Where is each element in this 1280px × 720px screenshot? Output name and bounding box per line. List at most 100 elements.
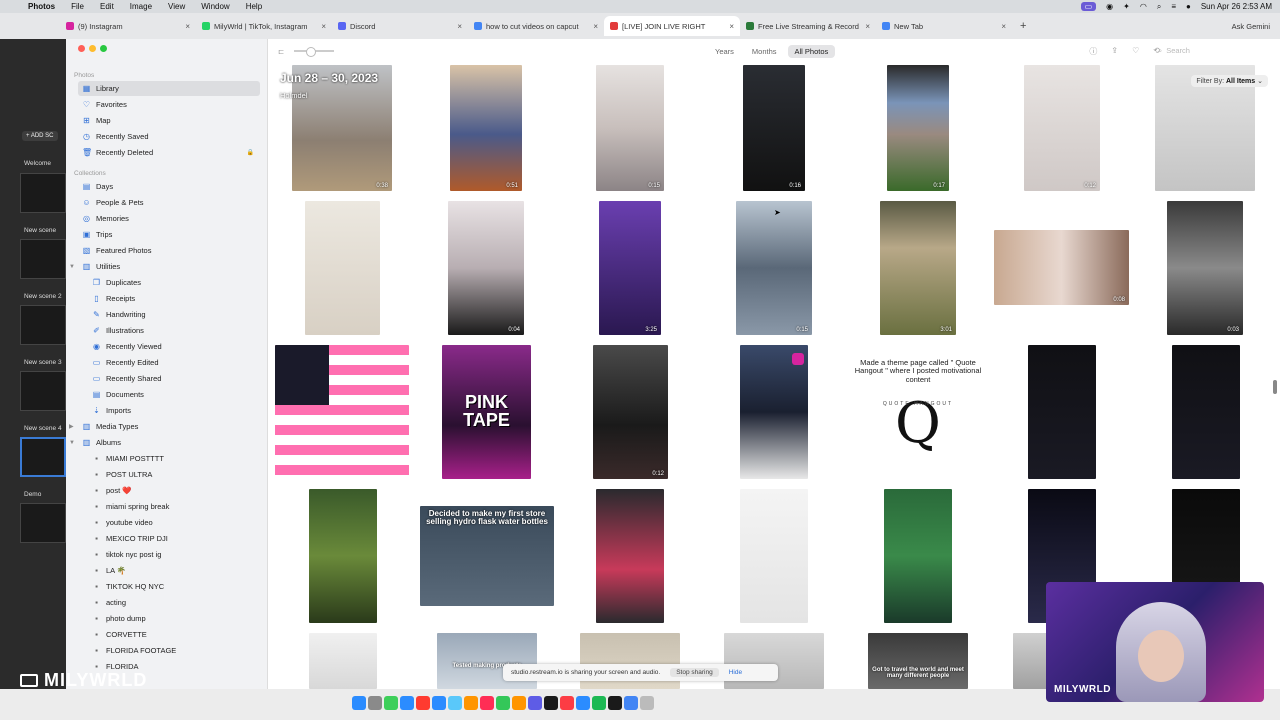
photo-thumbnail[interactable]: 0:12 (1024, 65, 1100, 191)
sidebar-item-album[interactable]: ▪ MIAMI POSTTTT (88, 451, 260, 466)
chevron-down-icon[interactable]: ▼ (69, 440, 75, 446)
maps-icon[interactable] (464, 696, 478, 710)
photo-thumbnail[interactable]: Got to travel the world and meet many di… (868, 633, 968, 689)
tab-tiktok[interactable]: MilyWrld | TikTok, Instagram × (196, 16, 332, 36)
launchpad-icon[interactable] (368, 696, 382, 710)
photo-thumbnail[interactable]: 0:04 (448, 201, 524, 335)
facetime-icon[interactable] (448, 696, 462, 710)
scene-label[interactable]: New scene (24, 227, 56, 234)
sidebar-item-favorites[interactable]: ♡ Favorites (78, 97, 260, 112)
photo-thumbnail[interactable]: 0:03 (1167, 201, 1243, 335)
photo-thumbnail[interactable] (309, 633, 377, 689)
scene-thumbnail[interactable] (20, 371, 66, 411)
trash-icon[interactable] (640, 696, 654, 710)
music-icon[interactable] (480, 696, 494, 710)
close-icon[interactable]: × (729, 22, 734, 31)
photo-thumbnail[interactable]: 0:17 (887, 65, 949, 191)
podcasts-icon[interactable] (560, 696, 574, 710)
menubar-clock[interactable]: Sun Apr 26 2:53 AM (1201, 2, 1272, 11)
sidebar-item-recently-deleted[interactable]: 🗑 Recently Deleted 🔒 (78, 145, 260, 160)
safari-icon[interactable] (400, 696, 414, 710)
add-scene-button[interactable]: + ADD SC (22, 131, 58, 141)
spotify-icon[interactable] (592, 696, 606, 710)
menu-app-name[interactable]: Photos (20, 2, 63, 11)
wifi-icon[interactable]: ◠ (1140, 2, 1147, 11)
menu-view[interactable]: View (160, 2, 193, 11)
minimize-window-icon[interactable] (89, 45, 96, 52)
sidebar-item-library[interactable]: ▦ Library (78, 81, 260, 96)
menu-help[interactable]: Help (238, 2, 270, 11)
stop-sharing-button[interactable]: Stop sharing (670, 668, 719, 677)
ask-gemini-button[interactable]: Ask Gemini (1232, 22, 1270, 31)
sidebar-item-memories[interactable]: ◎ Memories (78, 211, 260, 226)
photo-thumbnail[interactable]: 3:01 (880, 201, 956, 335)
close-window-icon[interactable] (78, 45, 85, 52)
close-icon[interactable]: × (185, 22, 190, 31)
tab-live[interactable]: [LIVE] JOIN LIVE RIGHT × (604, 16, 740, 36)
photo-thumbnail[interactable] (596, 489, 664, 623)
scene-label[interactable]: New scene 4 (24, 425, 62, 432)
sidebar-item-documents[interactable]: ▤ Documents (88, 387, 260, 402)
sidebar-item-imports[interactable]: ⇣ Imports (88, 403, 260, 418)
photo-thumbnail[interactable] (305, 201, 380, 335)
sidebar-item-handwriting[interactable]: ✎ Handwriting (88, 307, 260, 322)
chevron-down-icon[interactable]: ▼ (69, 264, 75, 270)
sidebar-item-album[interactable]: ▪ acting (88, 595, 260, 610)
heart-icon[interactable]: ♡ (1132, 46, 1139, 57)
sidebar-item-days[interactable]: ▤ Days (78, 179, 260, 194)
sidebar-item-album[interactable]: ▪ TIKTOK HQ NYC (88, 579, 260, 594)
chevron-right-icon[interactable]: ▶ (69, 423, 74, 430)
photos-app-icon[interactable] (416, 696, 430, 710)
finder-icon[interactable] (352, 696, 366, 710)
view-all-photos-button[interactable]: All Photos (787, 44, 836, 58)
photo-thumbnail[interactable] (1013, 633, 1047, 689)
scene-thumbnail[interactable] (20, 305, 66, 345)
sidebar-item-featured[interactable]: ▧ Featured Photos (78, 243, 260, 258)
sidebar-item-album[interactable]: ▪ MEXICO TRIP DJI (88, 531, 260, 546)
photo-thumbnail[interactable]: Made a theme page called " Quote Hangout… (853, 345, 983, 479)
calendar-app-icon[interactable] (512, 696, 526, 710)
sidebar-item-album[interactable]: ▪ photo dump (88, 611, 260, 626)
view-years-button[interactable]: Years (708, 45, 741, 58)
photo-thumbnail[interactable] (740, 345, 808, 479)
sidebar-item-album[interactable]: ▪ FLORIDA FOOTAGE (88, 643, 260, 658)
view-months-button[interactable]: Months (745, 45, 784, 58)
sidebar-item-map[interactable]: ⊞ Map (78, 113, 260, 128)
close-icon[interactable]: × (457, 22, 462, 31)
sidebar-item-people[interactable]: ☺ People & Pets (78, 195, 260, 210)
menu-file[interactable]: File (63, 2, 92, 11)
share-icon[interactable]: ⇪ (1111, 46, 1118, 57)
photo-thumbnail[interactable]: PINK TAPE (442, 345, 531, 479)
scene-label[interactable]: New scene 2 (24, 293, 62, 300)
control-center-icon[interactable]: ≡ (1171, 2, 1176, 11)
photo-thumbnail[interactable]: 0:15 (736, 201, 812, 335)
capcut-icon[interactable] (608, 696, 622, 710)
photo-thumbnail[interactable]: 0:51 (450, 65, 522, 191)
menu-image[interactable]: Image (122, 2, 160, 11)
mail-icon[interactable] (432, 696, 446, 710)
sidebar-item-album[interactable]: ▪ tiktok nyc post ig (88, 547, 260, 562)
tab-new[interactable]: New Tab × (876, 16, 1012, 36)
scene-thumbnail[interactable] (20, 239, 66, 279)
new-tab-button[interactable]: + (1012, 20, 1034, 32)
photo-thumbnail[interactable]: 0:12 (593, 345, 668, 479)
photo-thumbnail[interactable]: Decided to make my first store selling h… (420, 506, 554, 606)
extension-icon[interactable]: ✦ (1123, 2, 1130, 11)
scene-thumbnail[interactable] (20, 173, 66, 213)
photo-thumbnail[interactable] (740, 489, 808, 623)
scrollbar[interactable] (1273, 380, 1277, 394)
sidebar-item-trips[interactable]: ▣ Trips (78, 227, 260, 242)
sidebar-item-album[interactable]: ▪ POST ULTRA (88, 467, 260, 482)
sidebar-item-media-types[interactable]: ▶ ▥ Media Types (69, 419, 260, 434)
notes-icon[interactable] (496, 696, 510, 710)
sidebar-item-album[interactable]: ▪ post ❤️ (88, 483, 260, 498)
siri-icon[interactable]: ● (1186, 2, 1191, 11)
hide-button[interactable]: Hide (729, 669, 742, 676)
filter-by-dropdown[interactable]: Filter By: All Items ⌄ (1191, 75, 1268, 87)
sidebar-item-recently-saved[interactable]: ◷ Recently Saved (78, 129, 260, 144)
close-icon[interactable]: × (1001, 22, 1006, 31)
zoom-window-icon[interactable] (100, 45, 107, 52)
search-icon[interactable]: ⌕ (1157, 2, 1161, 12)
messages-icon[interactable] (384, 696, 398, 710)
photo-thumbnail[interactable] (275, 345, 409, 479)
